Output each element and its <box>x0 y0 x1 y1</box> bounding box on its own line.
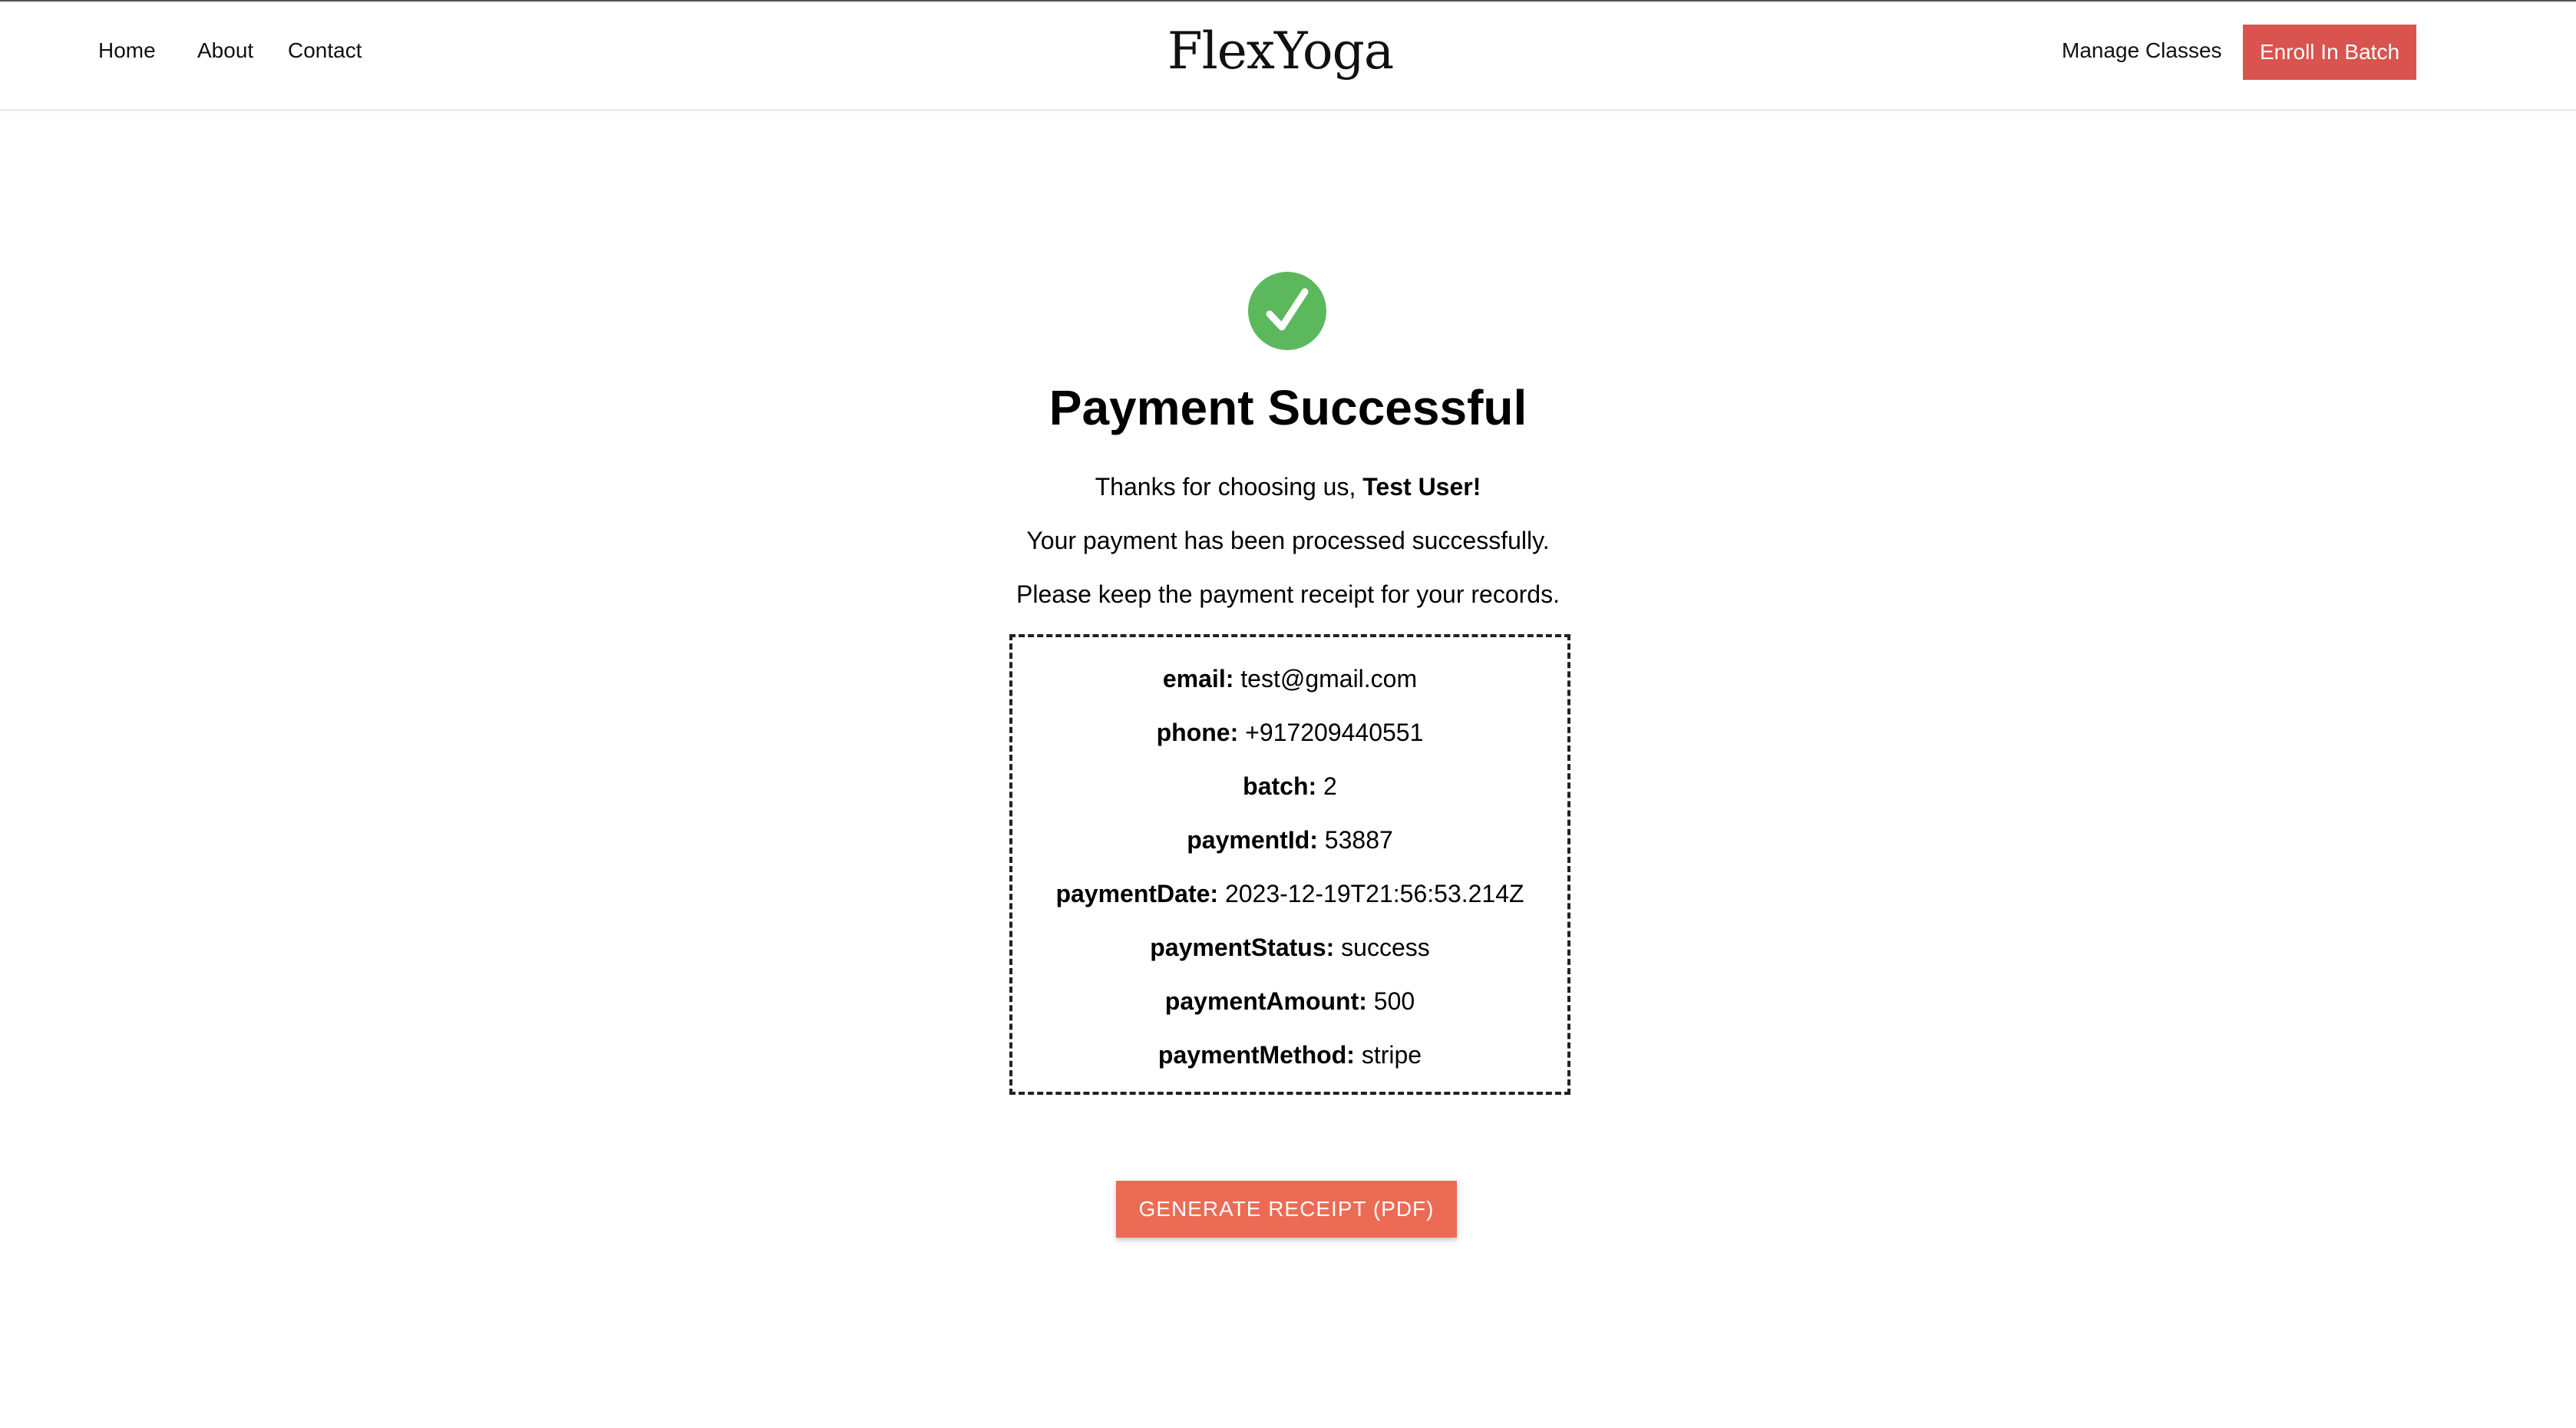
receipt-value: success <box>1341 934 1430 961</box>
receipt-value: +917209440551 <box>1245 719 1424 746</box>
thanks-message: Thanks for choosing us, Test User! <box>0 473 2576 501</box>
receipt-key: paymentId: <box>1187 826 1318 854</box>
processed-message: Your payment has been processed successf… <box>1026 527 1550 554</box>
receipt-key: batch: <box>1243 772 1317 800</box>
receipt-value: test@gmail.com <box>1240 665 1418 693</box>
receipt-row-batch: batch: 2 <box>1012 772 1567 801</box>
receipt-value: stripe <box>1361 1041 1422 1069</box>
check-circle-icon <box>1248 272 1326 350</box>
receipt-row-email: email: test@gmail.com <box>1012 665 1567 693</box>
keep-receipt-message: Please keep the payment receipt for your… <box>1016 580 1560 608</box>
checkmark-icon <box>1266 288 1309 331</box>
receipt-key: phone: <box>1156 719 1239 746</box>
receipt-key: paymentAmount: <box>1164 987 1367 1015</box>
enroll-in-batch-button[interactable]: Enroll In Batch <box>2243 25 2416 80</box>
nav-link-contact[interactable]: Contact <box>288 38 362 63</box>
receipt-value: 2 <box>1323 772 1337 800</box>
navbar: Home About Contact FlexYoga Manage Class… <box>0 2 2576 111</box>
receipt-row-phone: phone: +917209440551 <box>1012 719 1567 747</box>
receipt-row-payment-method: paymentMethod: stripe <box>1012 1041 1567 1069</box>
receipt-row-payment-date: paymentDate: 2023-12-19T21:56:53.214Z <box>1012 880 1567 908</box>
receipt-key: email: <box>1162 665 1234 693</box>
receipt-box: email: test@gmail.com phone: +9172094405… <box>1009 634 1570 1095</box>
receipt-value: 500 <box>1373 987 1415 1015</box>
thanks-prefix: Thanks for choosing us, <box>1095 473 1356 501</box>
nav-link-home[interactable]: Home <box>98 38 156 63</box>
receipt-key: paymentDate: <box>1055 880 1219 907</box>
user-name: Test User! <box>1362 473 1481 501</box>
receipt-row-payment-id: paymentId: 53887 <box>1012 826 1567 854</box>
receipt-row-payment-amount: paymentAmount: 500 <box>1012 987 1567 1016</box>
brand-logo[interactable]: FlexYoga <box>1105 21 1455 81</box>
page: Home About Contact FlexYoga Manage Class… <box>0 0 2576 1428</box>
receipt-key: paymentMethod: <box>1158 1041 1355 1069</box>
generate-receipt-pdf-button[interactable]: GENERATE RECEIPT (PDF) <box>1116 1181 1457 1238</box>
receipt-row-payment-status: paymentStatus: success <box>1012 934 1567 962</box>
manage-classes-link[interactable]: Manage Classes <box>2062 38 2222 63</box>
page-title: Payment Successful <box>1049 380 1527 435</box>
nav-link-about[interactable]: About <box>197 38 253 63</box>
receipt-key: paymentStatus: <box>1150 934 1335 961</box>
receipt-value: 2023-12-19T21:56:53.214Z <box>1224 880 1524 907</box>
receipt-value: 53887 <box>1324 826 1393 854</box>
